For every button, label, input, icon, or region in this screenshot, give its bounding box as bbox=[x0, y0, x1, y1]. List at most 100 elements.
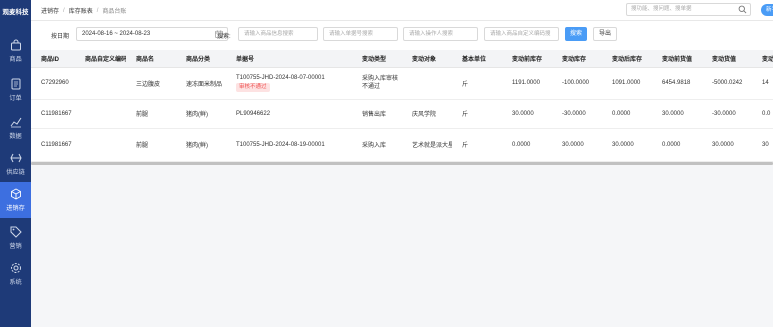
cell-change: -100.0000 bbox=[552, 67, 602, 100]
gear-icon bbox=[10, 263, 21, 273]
sidebar-item-inventory[interactable]: 进销存 bbox=[0, 182, 31, 218]
cell-after: 0.0000 bbox=[602, 99, 652, 129]
horizontal-scrollbar[interactable] bbox=[31, 162, 773, 165]
cell-unit: 斤 bbox=[452, 99, 502, 129]
global-search-placeholder: 搜功能、搜问题、搜单据 bbox=[631, 6, 692, 12]
date-label: 按日期 bbox=[51, 34, 70, 40]
date-range-picker[interactable]: 2024-08-16 ~ 2024-08-23 bbox=[76, 27, 228, 41]
cell-val-change: -30.0000 bbox=[702, 99, 752, 129]
column-header: 商品自定义编码 bbox=[75, 50, 126, 68]
search-icon[interactable] bbox=[738, 5, 747, 14]
column-header: 变动货值 bbox=[702, 50, 752, 68]
cell-code bbox=[75, 128, 126, 162]
column-header: 商品名 bbox=[126, 50, 176, 68]
breadcrumb: 进销存 / 库存账表 / 商品台账 bbox=[41, 0, 126, 21]
cell-change: -30.0000 bbox=[552, 99, 602, 129]
column-header: 商品分类 bbox=[176, 50, 226, 68]
goods-search-input[interactable]: 请输入商品信息搜索 bbox=[238, 27, 318, 41]
logo: 观麦科技 bbox=[2, 8, 29, 16]
sidebar-item-orders[interactable]: 订单 bbox=[0, 72, 31, 108]
search-button[interactable]: 搜索 bbox=[565, 27, 587, 41]
sidebar-item-system[interactable]: 系统 bbox=[0, 256, 31, 292]
app: 观麦科技 商品 订单 数据 供应链 进销存 营销 系统 进销存 / 库存账表 /… bbox=[0, 0, 773, 327]
order-icon bbox=[11, 78, 20, 90]
cell-extra: 0.0 bbox=[752, 99, 773, 129]
cell-after: 1091.0000 bbox=[602, 67, 652, 100]
breadcrumb-separator: / bbox=[96, 7, 99, 14]
cell-val-before: 6454.9818 bbox=[652, 67, 702, 100]
cell-type: 采购入库 bbox=[352, 128, 402, 162]
column-header: 单据号 bbox=[226, 50, 352, 68]
cell-before: 1191.0000 bbox=[502, 67, 552, 100]
cube-icon bbox=[10, 188, 21, 200]
cell-name: 三边腹皮 bbox=[126, 67, 176, 100]
export-button[interactable]: 导出 bbox=[593, 27, 617, 41]
filter-bar: 按日期 2024-08-16 ~ 2024-08-23 搜索: 请输入商品信息搜… bbox=[31, 21, 773, 50]
global-search-input[interactable]: 搜功能、搜问题、搜单据 bbox=[626, 3, 751, 16]
cell-val-before: 0.0000 bbox=[652, 128, 702, 162]
sidebar-item-label: 数据 bbox=[9, 133, 22, 140]
breadcrumb-current: 商品台账 bbox=[102, 9, 127, 15]
column-header: 变动 bbox=[752, 50, 773, 68]
doc-number-search-input[interactable]: 请输入单据号搜索 bbox=[323, 27, 398, 41]
cell-doc: T100755-JHD-2024-08-07-00001 审核不通过 bbox=[226, 67, 352, 100]
status-badge: 审核不通过 bbox=[236, 82, 270, 92]
operator-search-input[interactable]: 请输入操作人搜索 bbox=[403, 27, 478, 41]
cell-unit: 斤 bbox=[452, 67, 502, 100]
ledger-table: 商品ID 商品自定义编码 商品名 商品分类 单据号 变动类型 变动对象 基本单位… bbox=[31, 50, 773, 163]
breadcrumb-item[interactable]: 库存账表 bbox=[69, 6, 93, 15]
doc-number-link[interactable]: T100755-JHD-2024-08-07-00001 bbox=[236, 75, 352, 81]
cell-code bbox=[75, 67, 126, 100]
column-header: 变动后库存 bbox=[602, 50, 652, 68]
cell-type: 销售出库 bbox=[352, 99, 402, 129]
cell-category: 速冻面米制品 bbox=[176, 67, 226, 100]
cell-target: 庆风学院 bbox=[402, 99, 452, 129]
column-header: 基本单位 bbox=[452, 50, 502, 68]
cell-after: 30.0000 bbox=[602, 128, 652, 162]
table-row[interactable]: C11981667 前腿 猪肉(鲜) PL90946622 销售出库 庆风学院 … bbox=[31, 99, 773, 129]
column-header: 变动前货值 bbox=[652, 50, 702, 68]
doc-number-link[interactable]: PL90946622 bbox=[236, 111, 352, 117]
custom-code-search-input[interactable]: 请输入商品自定义编码搜 bbox=[484, 27, 559, 41]
cell-code bbox=[75, 99, 126, 129]
column-header: 商品ID bbox=[31, 50, 75, 68]
cell-doc: T100755-JHD-2024-08-19-00001 bbox=[226, 128, 352, 162]
cell-name: 前腿 bbox=[126, 128, 176, 162]
topbar: 进销存 / 库存账表 / 商品台账 搜功能、搜问题、搜单据 新手引导 bbox=[31, 0, 773, 21]
bag-icon bbox=[10, 39, 21, 51]
sidebar-item-label: 订单 bbox=[9, 95, 22, 102]
table-row[interactable]: C11981667 前腿 猪肉(鲜) T100755-JHD-2024-08-1… bbox=[31, 128, 773, 162]
sidebar-item-marketing[interactable]: 营销 bbox=[0, 220, 31, 256]
cell-doc: PL90946622 bbox=[226, 99, 352, 129]
sidebar-item-label: 营销 bbox=[9, 243, 22, 250]
cell-val-before: 30.0000 bbox=[652, 99, 702, 129]
exchange-icon bbox=[9, 153, 22, 163]
breadcrumb-item[interactable]: 进销存 bbox=[41, 6, 59, 15]
sidebar-item-data[interactable]: 数据 bbox=[0, 110, 31, 146]
cell-before: 0.0000 bbox=[502, 128, 552, 162]
new-user-guide-button[interactable]: 新手引导 bbox=[761, 4, 773, 16]
cell-target: 艺术就是派大星 bbox=[402, 128, 452, 162]
column-header: 变动前库存 bbox=[502, 50, 552, 68]
table-header-row: 商品ID 商品自定义编码 商品名 商品分类 单据号 变动类型 变动对象 基本单位… bbox=[31, 50, 773, 68]
sidebar: 观麦科技 商品 订单 数据 供应链 进销存 营销 系统 bbox=[0, 0, 31, 327]
tag-icon bbox=[10, 226, 22, 238]
doc-number-link[interactable]: T100755-JHD-2024-08-19-00001 bbox=[236, 142, 352, 148]
cell-change: 30.0000 bbox=[552, 128, 602, 162]
column-header: 变动类型 bbox=[352, 50, 402, 68]
sidebar-item-label: 进销存 bbox=[6, 205, 25, 212]
cell-type: 采购入库审核不通过 bbox=[352, 67, 402, 100]
column-header: 变动库存 bbox=[552, 50, 602, 68]
date-range-value: 2024-08-16 ~ 2024-08-23 bbox=[82, 31, 151, 37]
scrollbar-thumb[interactable] bbox=[31, 162, 773, 165]
column-header: 变动对象 bbox=[402, 50, 452, 68]
cell-name: 前腿 bbox=[126, 99, 176, 129]
cell-before: 30.0000 bbox=[502, 99, 552, 129]
sidebar-item-goods[interactable]: 商品 bbox=[0, 33, 31, 69]
sidebar-item-label: 商品 bbox=[9, 56, 22, 63]
sidebar-item-supply[interactable]: 供应链 bbox=[0, 146, 31, 182]
cell-unit: 斤 bbox=[452, 128, 502, 162]
table-row[interactable]: C7292960 三边腹皮 速冻面米制品 T100755-JHD-2024-08… bbox=[31, 67, 773, 100]
cell-extra: 14 bbox=[752, 67, 773, 100]
cell-category: 猪肉(鲜) bbox=[176, 99, 226, 129]
